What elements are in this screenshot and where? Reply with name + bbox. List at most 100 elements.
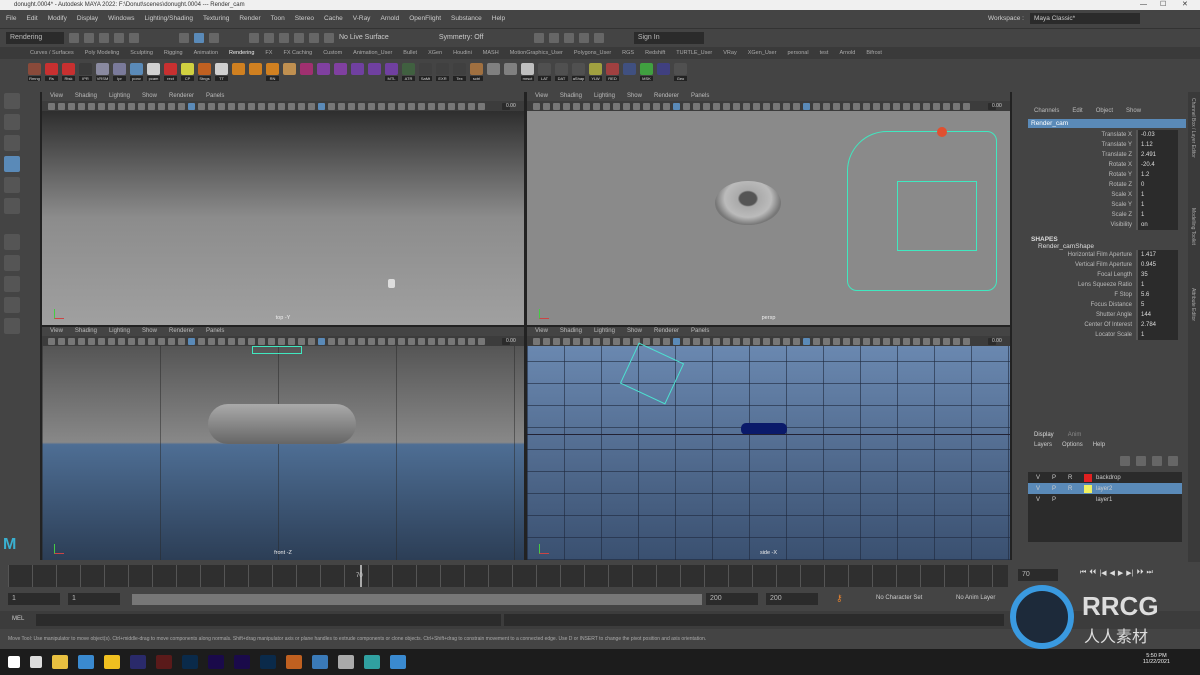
four-view-icon[interactable] bbox=[4, 276, 20, 292]
shelf-tool-icon[interactable] bbox=[249, 62, 262, 83]
viewport-tool-icon[interactable] bbox=[178, 102, 185, 110]
attribute-name[interactable]: Rotate X bbox=[1028, 160, 1136, 170]
undo-icon[interactable] bbox=[114, 32, 124, 43]
viewport-tool-icon[interactable] bbox=[248, 337, 255, 345]
shelf-tool-icon[interactable]: aShap bbox=[572, 62, 585, 83]
viewport-menu-item[interactable]: Renderer bbox=[169, 92, 194, 101]
viewport-tool-icon[interactable] bbox=[48, 337, 55, 345]
shelf-tool-icon[interactable]: VRSM bbox=[96, 62, 109, 83]
viewport-tool-icon[interactable] bbox=[368, 337, 375, 345]
layer-name[interactable]: layer1 bbox=[1096, 497, 1112, 503]
viewport-tool-icon[interactable] bbox=[863, 337, 870, 345]
viewport-tool-icon[interactable] bbox=[913, 337, 920, 345]
menu-vray[interactable]: V-Ray bbox=[353, 15, 371, 22]
attribute-value-field[interactable]: 1 bbox=[1136, 330, 1178, 340]
viewport-tool-icon[interactable] bbox=[893, 102, 900, 110]
viewport-tool-icon[interactable] bbox=[68, 337, 75, 345]
shelf-tool-icon[interactable]: ATR bbox=[402, 62, 415, 83]
viewport-tool-icon[interactable] bbox=[713, 337, 720, 345]
snap-live-icon[interactable] bbox=[324, 32, 334, 43]
viewport-tool-icon[interactable] bbox=[923, 337, 930, 345]
viewport-tool-icon[interactable] bbox=[438, 337, 445, 345]
viewport-menu-item[interactable]: Show bbox=[142, 92, 157, 101]
side-tab[interactable]: Modelling Toolkit bbox=[1188, 202, 1198, 282]
move-layer-up-icon[interactable] bbox=[1152, 456, 1162, 466]
viewport-tool-icon[interactable] bbox=[643, 337, 650, 345]
attribute-value-field[interactable]: 0.945 bbox=[1136, 260, 1178, 270]
shelf-tab[interactable]: MotionGraphics_User bbox=[510, 50, 563, 56]
layer-toggle-p[interactable]: P bbox=[1052, 475, 1058, 481]
attribute-name[interactable]: Scale Y bbox=[1028, 200, 1136, 210]
viewport-menu-item[interactable]: Panels bbox=[206, 92, 224, 101]
shelf-tab[interactable]: Bullet bbox=[403, 50, 417, 56]
viewport-tool-icon[interactable] bbox=[398, 102, 405, 110]
redo-icon[interactable] bbox=[129, 32, 139, 43]
shelf-tool-icon[interactable] bbox=[232, 62, 245, 83]
shelf-tab[interactable]: Curves / Surfaces bbox=[30, 50, 74, 56]
viewport-tool-icon[interactable] bbox=[843, 102, 850, 110]
viewport-tool-icon[interactable] bbox=[138, 337, 145, 345]
scale-tool-icon[interactable] bbox=[4, 198, 20, 214]
shelf-tab[interactable]: personal bbox=[787, 50, 808, 56]
layer-row[interactable]: V Player1 bbox=[1028, 494, 1182, 505]
mel-label[interactable]: MEL bbox=[12, 616, 24, 622]
viewport-tool-icon[interactable] bbox=[553, 102, 560, 110]
viewport-tool-icon[interactable] bbox=[368, 102, 375, 110]
exposure-field[interactable]: 0.00 bbox=[502, 102, 516, 110]
viewport-tool-icon[interactable] bbox=[358, 102, 365, 110]
viewport-tool-icon[interactable] bbox=[803, 102, 810, 110]
viewport-tool-icon[interactable] bbox=[108, 102, 115, 110]
shelf-tool-icon[interactable]: IPR bbox=[79, 62, 92, 83]
attribute-value-field[interactable]: 1.2 bbox=[1136, 170, 1178, 180]
shelf-tool-icon[interactable]: EXR bbox=[436, 62, 449, 83]
viewport-tool-icon[interactable] bbox=[823, 337, 830, 345]
donut-mesh[interactable] bbox=[208, 404, 356, 444]
viewport-menu-item[interactable]: Lighting bbox=[109, 327, 130, 336]
viewport-menu-item[interactable]: View bbox=[535, 327, 548, 336]
viewport-tool-icon[interactable] bbox=[88, 337, 95, 345]
shelf-tool-icon[interactable] bbox=[504, 62, 517, 83]
layer-row[interactable]: V P Rbackdrop bbox=[1028, 472, 1182, 483]
viewport-tool-icon[interactable] bbox=[783, 102, 790, 110]
viewport-tool-icon[interactable] bbox=[543, 337, 550, 345]
attribute-value-field[interactable]: 2.491 bbox=[1136, 150, 1178, 160]
shelf-tab[interactable]: Animation bbox=[194, 50, 218, 56]
menu-file[interactable]: File bbox=[6, 15, 16, 22]
live-surface-label[interactable]: No Live Surface bbox=[339, 34, 389, 41]
viewport-tool-icon[interactable] bbox=[308, 102, 315, 110]
attribute-name[interactable]: Translate Y bbox=[1028, 140, 1136, 150]
viewport-menu-item[interactable]: View bbox=[535, 92, 548, 101]
layer-toggle-p[interactable]: P bbox=[1052, 497, 1058, 503]
layer-color-swatch[interactable] bbox=[1084, 484, 1092, 493]
viewport-tool-icon[interactable] bbox=[723, 102, 730, 110]
render-settings-icon[interactable] bbox=[578, 32, 589, 43]
lasso-tool-icon[interactable] bbox=[4, 114, 20, 130]
attribute-name[interactable]: F Stop bbox=[1028, 290, 1136, 300]
viewport-tool-icon[interactable] bbox=[258, 102, 265, 110]
attribute-name[interactable]: Translate X bbox=[1028, 130, 1136, 140]
viewport-tool-icon[interactable] bbox=[198, 102, 205, 110]
viewport-tool-icon[interactable] bbox=[378, 102, 385, 110]
shelf-tool-icon[interactable]: YLW bbox=[589, 62, 602, 83]
viewport-tool-icon[interactable] bbox=[703, 337, 710, 345]
viewport-tool-icon[interactable] bbox=[743, 337, 750, 345]
taskbar-app-icon[interactable] bbox=[78, 655, 94, 669]
character-set-dropdown[interactable]: No Character Set bbox=[876, 595, 922, 601]
menu-substance[interactable]: Substance bbox=[451, 15, 482, 22]
attribute-name[interactable]: Scale X bbox=[1028, 190, 1136, 200]
viewport-tool-icon[interactable] bbox=[903, 102, 910, 110]
shelf-tool-icon[interactable] bbox=[300, 62, 313, 83]
attribute-value-field[interactable]: 2.784 bbox=[1136, 320, 1178, 330]
viewport-tool-icon[interactable] bbox=[448, 102, 455, 110]
viewport-tool-icon[interactable] bbox=[248, 102, 255, 110]
paint-select-icon[interactable] bbox=[4, 135, 20, 151]
channel-box-menu-show[interactable]: Show bbox=[1126, 108, 1141, 114]
donut-mesh[interactable] bbox=[715, 181, 781, 225]
shelf-tab[interactable]: Bifrost bbox=[866, 50, 882, 56]
shelf-tool-icon[interactable]: mrsct bbox=[521, 62, 534, 83]
viewport-tool-icon[interactable] bbox=[793, 102, 800, 110]
viewport-tool-icon[interactable] bbox=[238, 102, 245, 110]
viewport-tool-icon[interactable] bbox=[713, 102, 720, 110]
viewport-tool-icon[interactable] bbox=[753, 337, 760, 345]
viewport-tool-icon[interactable] bbox=[468, 102, 475, 110]
